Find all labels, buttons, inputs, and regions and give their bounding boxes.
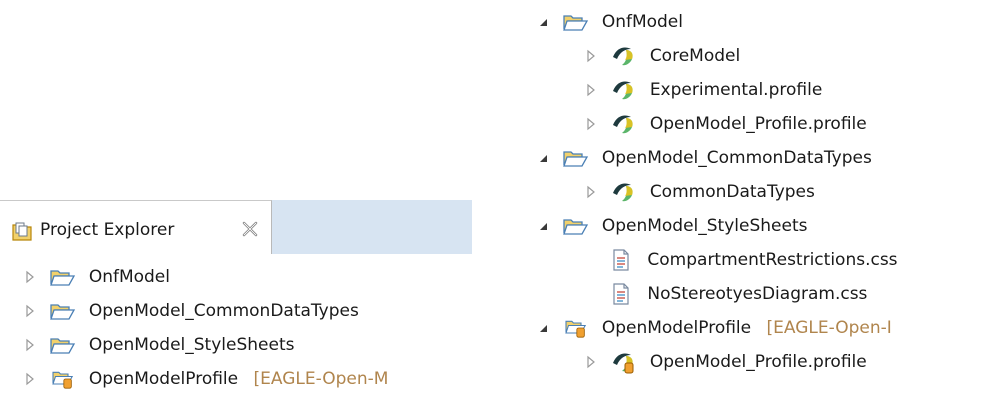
- collapse-arrow-icon[interactable]: [536, 321, 550, 335]
- tree-item-openmodelprofile[interactable]: OpenModelProfile [EAGLE-Open-I: [530, 311, 982, 345]
- tree-item-label: OnfModel: [88, 267, 170, 287]
- tree-item-compartmentrestrictions-css[interactable]: CompartmentRestrictions.css: [530, 243, 982, 277]
- tree-item-label: OpenModel_Profile.profile: [649, 352, 867, 372]
- collapse-arrow-icon[interactable]: [536, 219, 550, 233]
- expand-arrow-icon[interactable]: [584, 355, 598, 369]
- tree-item-commondatatypes[interactable]: OpenModel_CommonDataTypes: [0, 294, 472, 328]
- papyrus-model-icon: [613, 81, 634, 100]
- tree-item-onfmodel[interactable]: OnfModel: [530, 5, 982, 39]
- papyrus-model-icon: [613, 115, 634, 134]
- folder-icon: [50, 270, 76, 286]
- tree-item-label: OpenModel_CommonDataTypes: [88, 301, 359, 321]
- expand-arrow-icon[interactable]: [23, 372, 37, 386]
- papyrus-model-icon: [613, 183, 634, 202]
- tab-project-explorer-label: Project Explorer: [40, 220, 175, 240]
- tree-item-onfmodel[interactable]: OnfModel: [0, 260, 472, 294]
- git-repo-decoration: [EAGLE-Open-I: [766, 318, 892, 338]
- css-file-icon: [613, 283, 629, 305]
- profile-folder-icon: [50, 369, 76, 389]
- tree-item-openmodelprofile[interactable]: OpenModelProfile [EAGLE-Open-M: [0, 362, 472, 396]
- tree-item-label: OpenModel_Profile.profile: [649, 114, 867, 134]
- collapse-arrow-icon[interactable]: [536, 15, 550, 29]
- expanded-project-tree: OnfModel CoreModel Experimental.profile …: [530, 0, 982, 400]
- tree-item-openmodel-profile-2[interactable]: OpenModel_Profile.profile: [530, 345, 982, 379]
- expand-arrow-icon[interactable]: [584, 49, 598, 63]
- folder-icon: [50, 304, 76, 320]
- tree-item-nostereotyesdiagram-css[interactable]: NoStereotyesDiagram.css: [530, 277, 982, 311]
- tree-item-label: OpenModelProfile: [88, 369, 239, 389]
- papyrus-profile-icon: [607, 350, 639, 374]
- git-repo-decoration: [EAGLE-Open-M: [253, 369, 389, 389]
- folder-icon: [563, 151, 589, 167]
- tree-item-label: CommonDataTypes: [649, 182, 815, 202]
- tree-item-label: CoreModel: [649, 46, 741, 66]
- project-explorer-tree: OnfModel OpenModel_CommonDataTypes OpenM…: [0, 254, 472, 400]
- tree-item-experimental-profile[interactable]: Experimental.profile: [530, 73, 982, 107]
- tree-item-stylesheets[interactable]: OpenModel_StyleSheets: [0, 328, 472, 362]
- css-file-icon: [613, 249, 629, 271]
- tree-item-stylesheets[interactable]: OpenModel_StyleSheets: [530, 209, 982, 243]
- tree-item-label: OpenModel_CommonDataTypes: [601, 148, 872, 168]
- project-explorer-icon: [12, 222, 32, 241]
- tree-item-label: CompartmentRestrictions.css: [647, 250, 898, 270]
- tree-item-commondatatypes-model[interactable]: CommonDataTypes: [530, 175, 982, 209]
- tree-item-label: OnfModel: [601, 12, 683, 32]
- close-icon[interactable]: [240, 219, 260, 239]
- tree-item-label: NoStereotyesDiagram.css: [647, 284, 868, 304]
- expand-arrow-icon[interactable]: [23, 270, 37, 284]
- tree-item-label: OpenModel_StyleSheets: [601, 216, 808, 236]
- papyrus-model-icon: [613, 47, 634, 66]
- tree-item-label: OpenModelProfile: [601, 318, 752, 338]
- folder-icon: [563, 15, 589, 31]
- tree-item-openmodel-profile[interactable]: OpenModel_Profile.profile: [530, 107, 982, 141]
- tree-item-commondatatypes[interactable]: OpenModel_CommonDataTypes: [530, 141, 982, 175]
- expand-arrow-icon[interactable]: [584, 83, 598, 97]
- tree-item-label: OpenModel_StyleSheets: [88, 335, 295, 355]
- expand-arrow-icon[interactable]: [23, 338, 37, 352]
- expand-arrow-icon[interactable]: [23, 304, 37, 318]
- expand-arrow-icon[interactable]: [584, 185, 598, 199]
- profile-folder-icon: [563, 318, 589, 338]
- folder-icon: [50, 338, 76, 354]
- collapse-arrow-icon[interactable]: [536, 151, 550, 165]
- folder-icon: [563, 219, 589, 235]
- expand-arrow-icon[interactable]: [584, 117, 598, 131]
- tree-item-coremodel[interactable]: CoreModel: [530, 39, 982, 73]
- tree-item-label: Experimental.profile: [649, 80, 823, 100]
